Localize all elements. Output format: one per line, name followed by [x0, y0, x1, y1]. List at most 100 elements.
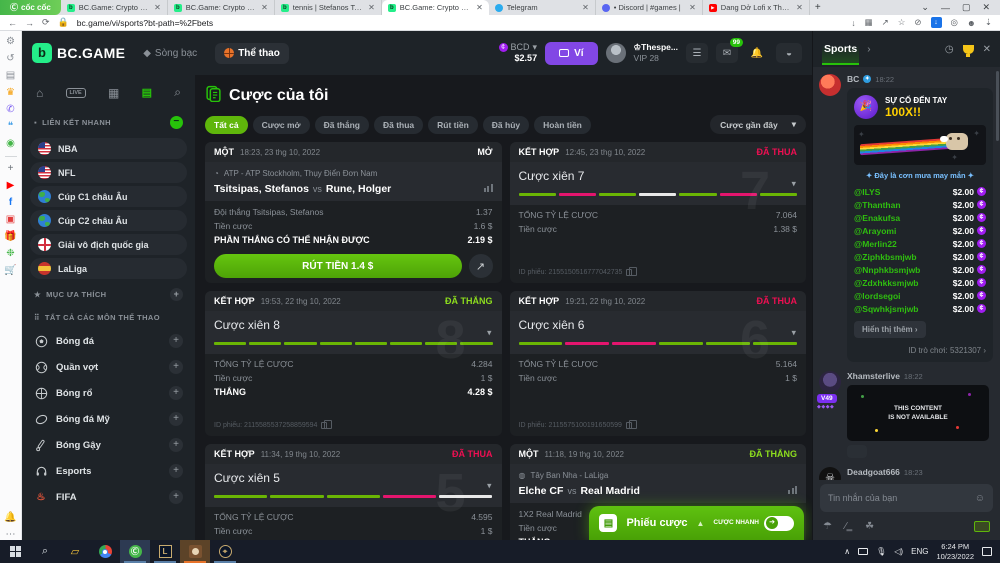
tray-chevron-icon[interactable]: ∧	[844, 547, 850, 556]
bet-card-combo-7[interactable]: KẾT HỢP12:45, 23 thg 10, 2022ĐÃ THUA 7 C…	[510, 142, 807, 283]
league-game-icon[interactable]: ⌖	[210, 540, 240, 563]
bookmark-star-icon[interactable]: ☆	[898, 17, 906, 28]
copy-icon[interactable]	[626, 422, 632, 429]
collapse-quick-links-button[interactable]: −	[170, 116, 183, 129]
mic-icon[interactable]: 🎙	[876, 547, 886, 556]
nav-sports[interactable]: Thể thao	[215, 43, 289, 64]
back-button[interactable]: ←	[8, 18, 17, 28]
expand-button[interactable]: +	[169, 490, 183, 504]
tab-close-icon[interactable]: ✕	[582, 3, 589, 12]
sidebar-item-tennis[interactable]: Quần vợt+	[30, 354, 187, 380]
filter-lost[interactable]: Đã thua	[374, 116, 423, 134]
messenger-icon[interactable]: ✆	[6, 105, 14, 115]
user-avatar[interactable]: V49 ◆◆◆◆	[819, 371, 841, 393]
filter-won[interactable]: Đã thắng	[315, 116, 369, 134]
expand-button[interactable]: +	[169, 386, 183, 400]
filter-cashout[interactable]: Rút tiền	[428, 116, 478, 134]
chevron-right-icon[interactable]: ›	[867, 44, 870, 55]
browser-tab[interactable]: BC.Game: Crypto Casino✕	[61, 0, 168, 15]
copy-icon[interactable]	[321, 422, 327, 429]
sidebar-item-laliga[interactable]: LaLiga	[30, 258, 187, 279]
bcgame-logo[interactable]: b BC.GAME	[32, 43, 125, 63]
filter-open[interactable]: Cược mở	[253, 116, 310, 134]
history-icon[interactable]: ↺	[6, 54, 14, 64]
taskbar-clock[interactable]: 6:24 PM10/23/2022	[936, 542, 974, 562]
more-dots-icon[interactable]: ⋯	[6, 530, 16, 540]
filter-all[interactable]: Tất cả	[205, 116, 248, 134]
maximize-button[interactable]: ▢	[962, 2, 971, 13]
league-client-icon[interactable]: L	[150, 540, 180, 563]
expand-caret-icon[interactable]: ▾	[791, 178, 796, 189]
notification-bell-icon[interactable]: 🔔	[4, 513, 16, 523]
stats-icon[interactable]	[484, 184, 493, 192]
sidebar-item-basketball[interactable]: Bóng rổ+	[30, 380, 187, 406]
sidebar-item-football[interactable]: Bóng đá+	[30, 328, 187, 354]
user-avatar[interactable]: ☠ V34 ◆◆◆◆	[819, 467, 841, 480]
calendar-date-icon[interactable]: ▣	[6, 215, 15, 225]
browser-tab[interactable]: BC.Game: Crypto Casino✕	[168, 0, 275, 15]
chat-app-icon[interactable]: ❝	[8, 122, 13, 132]
facebook-icon[interactable]: f	[9, 198, 12, 208]
volume-icon[interactable]: ◁)	[894, 547, 903, 556]
window-close-button[interactable]: ✕	[982, 2, 990, 13]
chat-tab-sports[interactable]: Sports	[822, 33, 859, 65]
chat-rules-icon[interactable]: ◷	[945, 44, 954, 55]
forward-button[interactable]: →	[25, 18, 34, 28]
downloads-tray-icon[interactable]: ⇣	[985, 17, 992, 28]
bet-card-single-open[interactable]: MỘT18:23, 23 thg 10, 2022MỞ ◔ATP - ATP S…	[205, 142, 502, 283]
search-icon[interactable]: ⌕	[174, 85, 181, 100]
newsfeed-icon[interactable]: ▤	[6, 71, 15, 81]
home-icon[interactable]: ⌂	[36, 86, 43, 100]
sort-dropdown[interactable]: Cược gần đây▾	[710, 115, 806, 134]
file-explorer-icon[interactable]: ▱	[60, 540, 90, 563]
betslip-button[interactable]: ▤ Phiếu cược ▲ CƯỢC NHANH	[589, 506, 804, 540]
new-tab-button[interactable]: +	[810, 0, 826, 15]
tab-close-icon[interactable]: ✕	[368, 3, 375, 12]
filter-refund[interactable]: Hoàn tiền	[534, 116, 591, 134]
wallet-button[interactable]: Ví	[545, 42, 597, 65]
sidebar-item-nfl[interactable]: NFL	[30, 162, 187, 183]
language-indicator[interactable]: ENG	[911, 547, 928, 556]
browser-tab-active[interactable]: BC.Game: Crypto Casino✕	[382, 0, 489, 15]
quick-phrases-icon[interactable]	[974, 521, 990, 532]
address-bar[interactable]: bc.game/vi/sports?bt-path=%2Fbets	[77, 18, 213, 28]
browser-tab[interactable]: Telegram✕	[489, 0, 596, 15]
crown-vip-icon[interactable]: ♛	[6, 88, 15, 98]
notifications-bell-button[interactable]: 🔔	[746, 43, 768, 63]
minimize-button[interactable]: —	[941, 3, 950, 13]
expand-caret-icon[interactable]: ▾	[791, 327, 796, 338]
share-bet-button[interactable]: ↗	[469, 254, 493, 278]
stats-icon[interactable]	[788, 486, 797, 494]
rain-tip-icon[interactable]: ☂	[823, 521, 832, 532]
tab-search-icon[interactable]: ⌄	[921, 2, 929, 13]
chat-message-input[interactable]: Tin nhắn của bạn ☺	[820, 484, 993, 512]
calendar-icon[interactable]: ▦	[108, 86, 119, 100]
add-favorite-button[interactable]: +	[170, 288, 183, 301]
game-app-icon[interactable]	[180, 540, 210, 563]
mail-button[interactable]: ✉99	[716, 43, 738, 63]
expand-button[interactable]: +	[169, 438, 183, 452]
tab-close-icon[interactable]: ✕	[796, 3, 803, 12]
promo-icon[interactable]: ❉	[6, 249, 14, 259]
expand-button[interactable]: +	[169, 360, 183, 374]
adblock-icon[interactable]: ⊘	[914, 17, 921, 28]
share-icon[interactable]: ↗	[882, 17, 889, 28]
bet-card-combo-6[interactable]: KẾT HỢP19:21, 22 thg 10, 2022ĐÃ THUA 6 C…	[510, 291, 807, 436]
quick-bet-toggle[interactable]	[764, 516, 794, 531]
blocked-content-image[interactable]: THIS CONTENTIS NOT AVAILABLE	[847, 385, 989, 441]
expand-button[interactable]: +	[169, 412, 183, 426]
currency-selector[interactable]: ¢BCD▾ $2.57	[499, 42, 538, 64]
chat-rules-icon[interactable]: ∕‗	[845, 521, 852, 532]
partner-button[interactable]: ◒	[776, 43, 802, 63]
idm-download-icon[interactable]: ↓	[931, 17, 942, 28]
start-button[interactable]	[0, 540, 30, 563]
sidebar-item-american-football[interactable]: Bóng đá Mỹ+	[30, 406, 187, 432]
chat-scrollbar[interactable]	[996, 71, 999, 141]
profile-icon[interactable]: ☻	[967, 18, 976, 28]
sidebar-item-cup-c1[interactable]: Cúp C1 châu Âu	[30, 186, 187, 207]
live-icon[interactable]: LIVE	[66, 88, 86, 98]
sidebar-item-cup-c2[interactable]: Cúp C2 châu Âu	[30, 210, 187, 231]
close-chat-icon[interactable]: ✕	[983, 44, 991, 55]
sidebar-item-cricket[interactable]: Bóng Gậy+	[30, 432, 187, 458]
show-more-button[interactable]: Hiển thị thêm ›	[854, 321, 926, 338]
